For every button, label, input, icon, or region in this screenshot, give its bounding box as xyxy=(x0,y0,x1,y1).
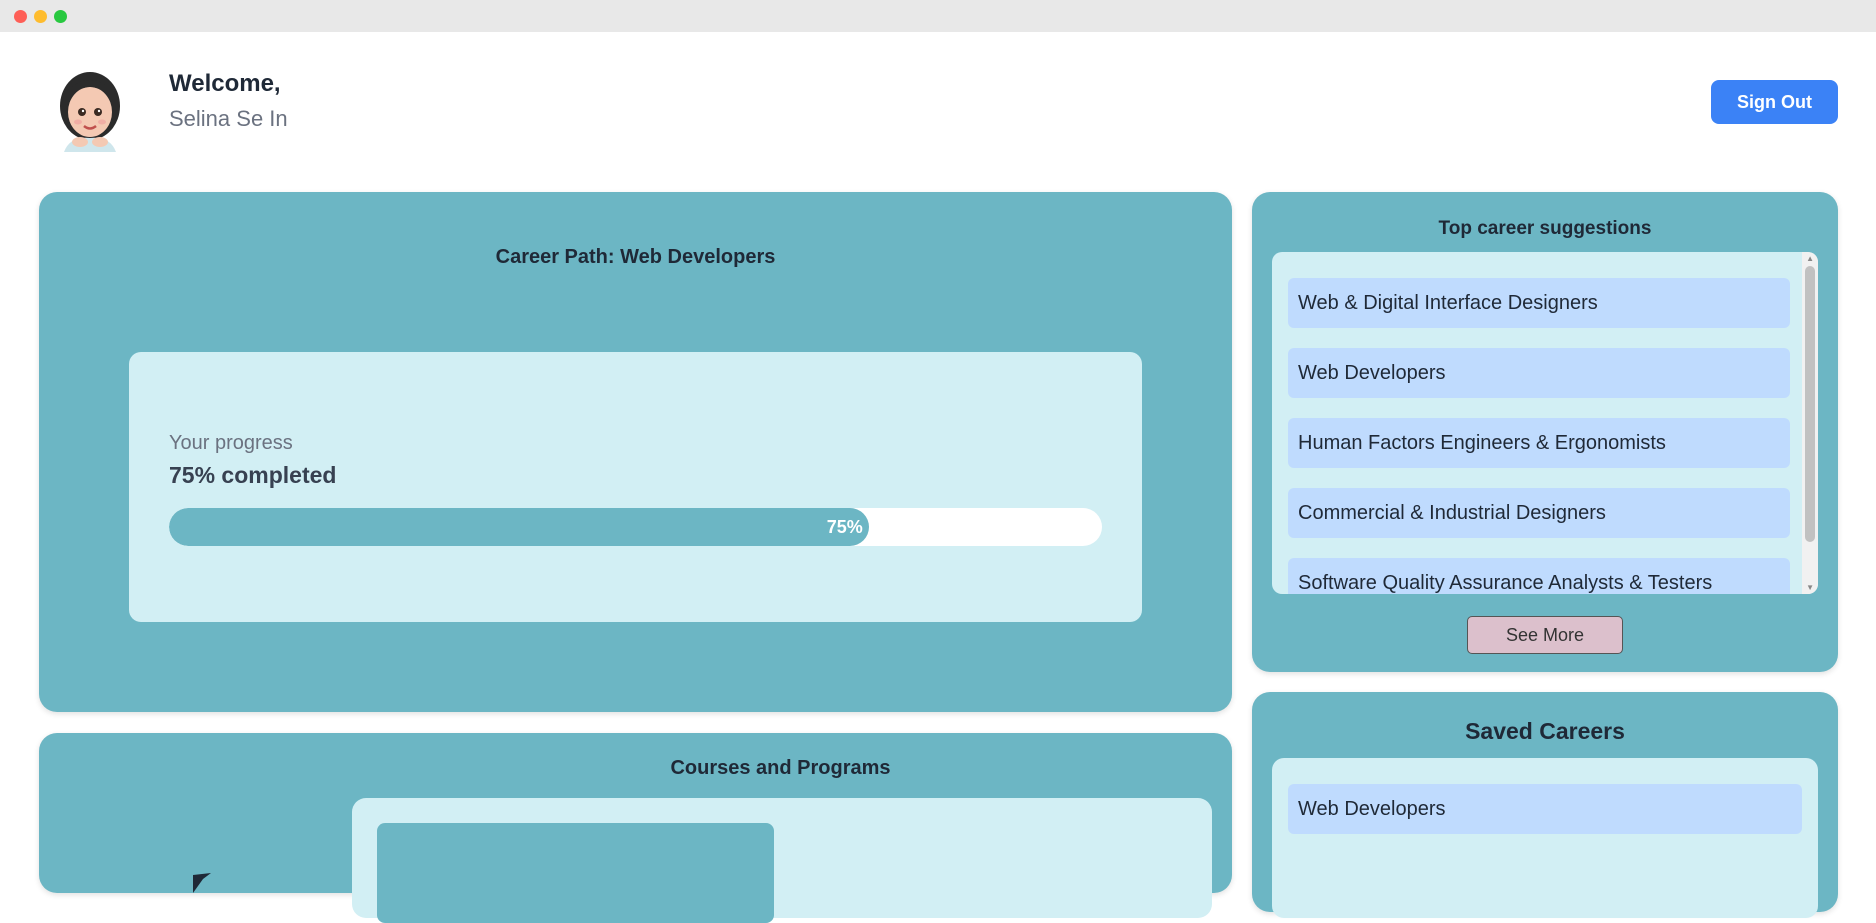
user-name: Selina Se In xyxy=(169,106,288,131)
progress-badge: 75% xyxy=(826,516,863,537)
saved-careers-list: Web Developers xyxy=(1272,758,1818,918)
welcome-heading: Welcome, xyxy=(169,70,281,97)
progress-label: Your progress xyxy=(169,432,293,454)
list-item[interactable]: Web & Digital Interface Designers xyxy=(1288,278,1790,328)
scroll-down-icon[interactable]: ▼ xyxy=(1806,583,1814,592)
flag-icon xyxy=(189,871,213,893)
courses-card: Courses and Programs xyxy=(39,733,1232,923)
minimize-window-icon[interactable] xyxy=(34,10,47,23)
courses-title: Courses and Programs xyxy=(670,757,891,779)
career-path-title: Career Path: Web Developers xyxy=(495,246,776,268)
scroll-up-icon[interactable]: ▲ xyxy=(1806,254,1814,263)
scrollbar-thumb[interactable] xyxy=(1805,266,1815,542)
see-more-button[interactable]: See More xyxy=(1467,616,1623,654)
career-suggestions-list[interactable]: Web & Digital Interface Designers Web De… xyxy=(1272,252,1818,594)
list-item[interactable]: Human Factors Engineers & Ergonomists xyxy=(1288,418,1790,468)
avatar xyxy=(50,68,130,152)
progress-panel: Your progress 75% completed 75% xyxy=(129,352,1142,622)
list-item[interactable]: Software Quality Assurance Analysts & Te… xyxy=(1288,558,1790,594)
career-suggestions-title: Top career suggestions xyxy=(1438,218,1652,239)
progress-value: 75% completed xyxy=(169,462,337,488)
course-card[interactable] xyxy=(377,823,774,923)
maximize-window-icon[interactable] xyxy=(54,10,67,23)
scrollbar[interactable]: ▲ ▼ xyxy=(1802,252,1818,594)
progress-bar-fill: 75% xyxy=(169,508,869,546)
close-window-icon[interactable] xyxy=(14,10,27,23)
career-path-card: Career Path: Web Developers Your progres… xyxy=(39,192,1232,712)
list-item[interactable]: Web Developers xyxy=(1288,348,1790,398)
sign-out-button[interactable]: Sign Out xyxy=(1711,80,1838,124)
progress-bar: 75% xyxy=(169,508,1102,546)
saved-careers-title: Saved Careers xyxy=(1465,718,1625,744)
saved-careers-card: Saved Careers Web Developers xyxy=(1252,692,1838,918)
career-suggestions-card: Top career suggestions Web & Digital Int… xyxy=(1252,192,1838,672)
list-item[interactable]: Web Developers xyxy=(1288,784,1802,834)
list-item[interactable]: Commercial & Industrial Designers xyxy=(1288,488,1790,538)
window-titlebar xyxy=(0,0,1876,32)
courses-panel xyxy=(352,798,1212,923)
